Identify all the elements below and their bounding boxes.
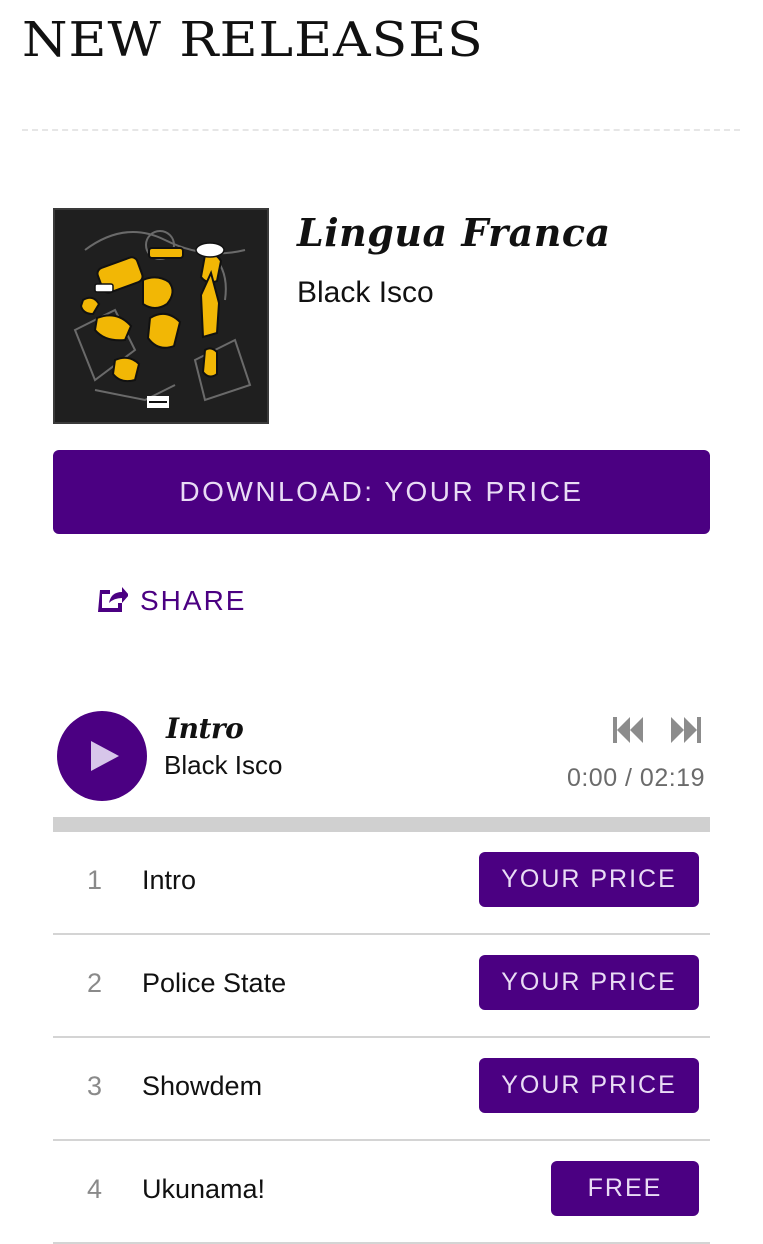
buy-track-button[interactable]: YOUR PRICE — [479, 852, 699, 907]
album-artist[interactable]: Black Isco — [297, 276, 434, 310]
album-cover[interactable] — [53, 208, 269, 424]
album-artwork-illustration — [55, 210, 267, 422]
now-playing-title: Intro — [166, 712, 244, 745]
time-readout: 0:00 / 02:19 — [566, 764, 705, 792]
track-list: 1 Intro YOUR PRICE 2 Police State YOUR P… — [53, 832, 710, 1244]
track-row[interactable]: 3 Showdem YOUR PRICE — [53, 1038, 710, 1141]
next-track-button[interactable] — [670, 716, 702, 744]
track-number: 4 — [87, 1174, 103, 1204]
previous-track-button[interactable] — [612, 716, 644, 744]
skip-previous-icon — [613, 717, 643, 743]
track-title[interactable]: Ukunama! — [142, 1174, 265, 1205]
album-title: Lingua Franca — [297, 210, 611, 255]
track-number: 2 — [87, 968, 103, 998]
play-button[interactable] — [57, 711, 147, 801]
download-button[interactable]: DOWNLOAD: YOUR PRICE — [53, 450, 710, 534]
heading-divider — [22, 129, 740, 131]
now-playing-artist: Black Isco — [164, 750, 283, 780]
track-row[interactable]: 1 Intro YOUR PRICE — [53, 832, 710, 935]
share-icon — [94, 581, 129, 622]
buy-track-button[interactable]: YOUR PRICE — [479, 1058, 699, 1113]
track-number: 3 — [87, 1071, 103, 1101]
share-button[interactable]: SHARE — [94, 582, 246, 620]
share-label: SHARE — [140, 585, 247, 616]
track-title[interactable]: Police State — [142, 968, 286, 999]
track-row[interactable]: 4 Ukunama! FREE — [53, 1141, 710, 1244]
buy-track-button[interactable]: YOUR PRICE — [479, 955, 699, 1010]
play-icon — [91, 741, 119, 771]
track-title[interactable]: Intro — [142, 865, 196, 896]
free-download-button[interactable]: FREE — [551, 1161, 699, 1216]
skip-next-icon — [671, 717, 701, 743]
track-title[interactable]: Showdem — [142, 1071, 262, 1102]
progress-bar[interactable] — [53, 817, 710, 832]
track-row[interactable]: 2 Police State YOUR PRICE — [53, 935, 710, 1038]
track-number: 1 — [87, 865, 103, 895]
page-title: NEW RELEASES — [22, 12, 484, 69]
